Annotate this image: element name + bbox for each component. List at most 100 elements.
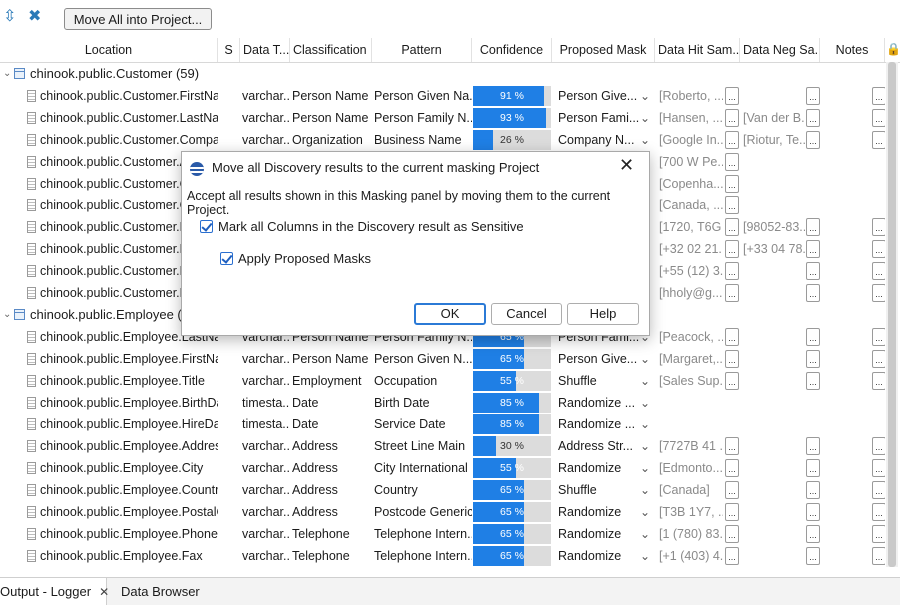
- apply-masks-checkbox[interactable]: [220, 252, 233, 265]
- neg-sample-browse-button[interactable]: ...: [806, 437, 820, 456]
- hit-sample-browse-button[interactable]: ...: [725, 459, 739, 478]
- hit-sample-browse-button[interactable]: ...: [725, 284, 739, 302]
- notes-edit-button[interactable]: ...: [872, 546, 885, 565]
- column-header-0[interactable]: Location: [0, 38, 218, 62]
- vertical-scrollbar[interactable]: [886, 62, 898, 567]
- neg-sample-browse-button[interactable]: ...: [806, 262, 820, 281]
- table-row[interactable]: chinook.public.Employee.BirthDate timesta…: [0, 392, 885, 414]
- column-header-6[interactable]: Proposed Mask: [552, 38, 655, 62]
- chevron-down-icon[interactable]: ⌄: [640, 501, 650, 523]
- hit-sample-browse-button[interactable]: ...: [725, 437, 739, 456]
- table-row[interactable]: chinook.public.Employee.HireDate timesta.…: [0, 413, 885, 435]
- close-icon[interactable]: ✕: [99, 585, 109, 599]
- table-row[interactable]: chinook.public.Employee.Address varchar..…: [0, 435, 885, 457]
- notes-edit-button[interactable]: ...: [872, 130, 885, 149]
- proposed-mask-cell[interactable]: Shuffle: [558, 479, 640, 501]
- notes-edit-button[interactable]: ...: [872, 262, 885, 281]
- neg-sample-browse-button[interactable]: ...: [806, 130, 820, 149]
- notes-edit-button[interactable]: ...: [872, 86, 885, 105]
- hit-sample-browse-button[interactable]: ...: [725, 349, 739, 368]
- proposed-mask-cell[interactable]: Person Give...: [558, 85, 640, 107]
- hit-sample-browse-button[interactable]: ...: [725, 86, 739, 105]
- notes-edit-button[interactable]: ...: [872, 108, 885, 127]
- chevron-down-icon[interactable]: ⌄: [640, 413, 650, 435]
- neg-sample-browse-button[interactable]: ...: [806, 327, 820, 346]
- column-header-1[interactable]: S: [218, 38, 240, 62]
- expand-all-icon[interactable]: ⇳: [3, 9, 16, 25]
- mark-sensitive-checkbox[interactable]: [200, 220, 213, 233]
- neg-sample-browse-button[interactable]: ...: [806, 524, 820, 543]
- hit-sample-browse-button[interactable]: ...: [725, 218, 739, 237]
- ok-button[interactable]: OK: [414, 303, 486, 325]
- proposed-mask-cell[interactable]: Randomize: [558, 501, 640, 523]
- proposed-mask-cell[interactable]: Shuffle: [558, 370, 640, 392]
- column-header-8[interactable]: Data Neg Sa...: [740, 38, 820, 62]
- neg-sample-browse-button[interactable]: ...: [806, 284, 820, 302]
- proposed-mask-cell[interactable]: Randomize: [558, 457, 640, 479]
- hit-sample-browse-button[interactable]: ...: [725, 262, 739, 281]
- chevron-down-icon[interactable]: ⌄: [640, 129, 650, 151]
- column-header-7[interactable]: Data Hit Sam...: [655, 38, 740, 62]
- notes-edit-button[interactable]: ...: [872, 459, 885, 478]
- chevron-down-icon[interactable]: ⌄: [640, 370, 650, 392]
- table-row[interactable]: chinook.public.Customer.LastName varchar.…: [0, 107, 885, 129]
- column-header-2[interactable]: Data T...: [240, 38, 290, 62]
- column-header-5[interactable]: Confidence: [472, 38, 552, 62]
- chevron-down-icon[interactable]: ⌄: [640, 457, 650, 479]
- chevron-down-icon[interactable]: ⌄: [640, 85, 650, 107]
- hit-sample-browse-button[interactable]: ...: [725, 152, 739, 171]
- proposed-mask-cell[interactable]: Company N...: [558, 129, 640, 151]
- neg-sample-browse-button[interactable]: ...: [806, 240, 820, 259]
- neg-sample-browse-button[interactable]: ...: [806, 218, 820, 237]
- table-row[interactable]: chinook.public.Customer.FirstName varchar…: [0, 85, 885, 107]
- cancel-button[interactable]: Cancel: [491, 303, 562, 325]
- table-row[interactable]: chinook.public.Employee.Fax varchar... Tel…: [0, 545, 885, 567]
- hit-sample-browse-button[interactable]: ...: [725, 196, 739, 215]
- chevron-down-icon[interactable]: ⌄: [640, 435, 650, 457]
- chevron-down-icon[interactable]: ⌄: [640, 479, 650, 501]
- hit-sample-browse-button[interactable]: ...: [725, 481, 739, 500]
- neg-sample-browse-button[interactable]: ...: [806, 503, 820, 521]
- hit-sample-browse-button[interactable]: ...: [725, 108, 739, 127]
- neg-sample-browse-button[interactable]: ...: [806, 108, 820, 127]
- chevron-down-icon[interactable]: ⌄: [640, 523, 650, 545]
- scrollbar-thumb[interactable]: [888, 62, 896, 567]
- proposed-mask-cell[interactable]: Person Give...: [558, 348, 640, 370]
- notes-edit-button[interactable]: ...: [872, 327, 885, 346]
- chevron-down-icon[interactable]: ⌄: [640, 545, 650, 567]
- table-row[interactable]: ⌄ chinook.public.Customer (59): [0, 63, 885, 85]
- notes-edit-button[interactable]: ...: [872, 284, 885, 302]
- column-chooser-icon[interactable]: 🔒: [886, 42, 900, 56]
- neg-sample-browse-button[interactable]: ...: [806, 349, 820, 368]
- table-row[interactable]: chinook.public.Employee.Phone varchar... T…: [0, 523, 885, 545]
- hit-sample-browse-button[interactable]: ...: [725, 174, 739, 193]
- notes-edit-button[interactable]: ...: [872, 481, 885, 500]
- notes-edit-button[interactable]: ...: [872, 371, 885, 390]
- neg-sample-browse-button[interactable]: ...: [806, 371, 820, 390]
- tab-data-browser[interactable]: Data Browser: [121, 578, 200, 605]
- neg-sample-browse-button[interactable]: ...: [806, 546, 820, 565]
- column-header-9[interactable]: Notes: [820, 38, 885, 62]
- hit-sample-browse-button[interactable]: ...: [725, 371, 739, 390]
- column-header-4[interactable]: Pattern: [372, 38, 472, 62]
- notes-edit-button[interactable]: ...: [872, 524, 885, 543]
- expand-chevron-icon[interactable]: ⌄: [3, 304, 11, 326]
- proposed-mask-cell[interactable]: Randomize ...: [558, 413, 640, 435]
- expand-chevron-icon[interactable]: ⌄: [3, 63, 11, 85]
- notes-edit-button[interactable]: ...: [872, 349, 885, 368]
- hit-sample-browse-button[interactable]: ...: [725, 130, 739, 149]
- hit-sample-browse-button[interactable]: ...: [725, 503, 739, 521]
- proposed-mask-cell[interactable]: Randomize: [558, 523, 640, 545]
- hit-sample-browse-button[interactable]: ...: [725, 546, 739, 565]
- proposed-mask-cell[interactable]: Address Str...: [558, 435, 640, 457]
- notes-edit-button[interactable]: ...: [872, 503, 885, 521]
- neg-sample-browse-button[interactable]: ...: [806, 459, 820, 478]
- chevron-down-icon[interactable]: ⌄: [640, 392, 650, 414]
- column-header-3[interactable]: Classification: [290, 38, 372, 62]
- hit-sample-browse-button[interactable]: ...: [725, 240, 739, 259]
- table-row[interactable]: chinook.public.Employee.Title varchar... E…: [0, 370, 885, 392]
- neg-sample-browse-button[interactable]: ...: [806, 86, 820, 105]
- table-row[interactable]: chinook.public.Employee.FirstName varchar…: [0, 348, 885, 370]
- proposed-mask-cell[interactable]: Randomize ...: [558, 392, 640, 414]
- chevron-down-icon[interactable]: ⌄: [640, 348, 650, 370]
